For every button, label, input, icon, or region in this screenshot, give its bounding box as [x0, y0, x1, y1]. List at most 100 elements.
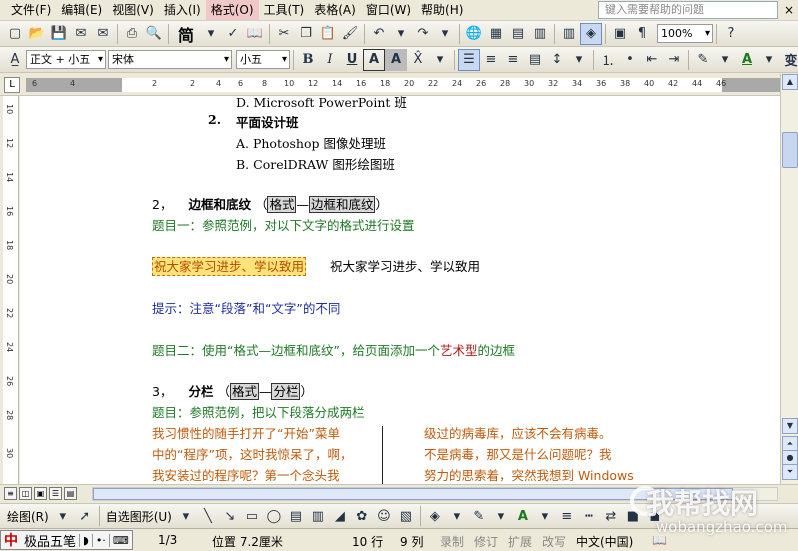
- help-icon[interactable]: ?: [720, 23, 742, 45]
- line-spacing-icon[interactable]: ↕: [546, 49, 568, 71]
- style-select[interactable]: 正文 + 小五: [26, 50, 106, 69]
- copy-icon[interactable]: ❐: [295, 23, 317, 45]
- permission-icon[interactable]: ✉: [70, 23, 92, 45]
- vertical-ruler[interactable]: 10 12 14 16 18 20 22 24 26 28 30: [3, 96, 19, 484]
- print-preview-icon[interactable]: 🔍: [143, 23, 165, 45]
- web-view-icon[interactable]: ◫: [19, 487, 32, 500]
- record-indicator[interactable]: 录制: [440, 533, 464, 550]
- tables-borders-icon[interactable]: ▦: [485, 23, 507, 45]
- overtype-indicator[interactable]: 改写: [542, 533, 566, 550]
- 3d-icon[interactable]: ◼: [644, 505, 666, 527]
- bold-button[interactable]: B: [297, 49, 319, 71]
- horizontal-scrollbar[interactable]: [92, 487, 778, 501]
- research-icon[interactable]: 📖: [244, 23, 266, 45]
- drawing-icon[interactable]: ◈: [580, 22, 602, 45]
- chevron-down-icon[interactable]: ▾: [52, 505, 74, 527]
- chevron-down-icon[interactable]: ▾: [434, 23, 456, 45]
- font-color-icon[interactable]: A: [512, 505, 534, 527]
- save-icon[interactable]: 💾: [48, 23, 70, 45]
- chevron-down-icon[interactable]: ▾: [534, 505, 556, 527]
- font-size-select[interactable]: 小五: [236, 50, 290, 69]
- highlight-icon[interactable]: ✎: [692, 49, 714, 71]
- menu-insert[interactable]: 插入(I): [159, 0, 206, 20]
- print-view-icon[interactable]: ▣: [34, 487, 47, 500]
- vertical-textbox-icon[interactable]: ▥: [307, 505, 329, 527]
- oval-icon[interactable]: ◯: [263, 505, 285, 527]
- chevron-down-icon[interactable]: ▾: [175, 505, 197, 527]
- rectangle-icon[interactable]: ▭: [241, 505, 263, 527]
- arrow-icon[interactable]: ↘: [219, 505, 241, 527]
- extend-indicator[interactable]: 扩展: [508, 533, 532, 550]
- line-style-icon[interactable]: ≡: [556, 505, 578, 527]
- chevron-down-icon[interactable]: ▾: [446, 505, 468, 527]
- hscroll-thumb[interactable]: [93, 488, 733, 500]
- font-select[interactable]: 宋体: [108, 50, 232, 69]
- email-icon[interactable]: ✉: [92, 23, 114, 45]
- help-search-input[interactable]: 键入需要帮助的问题: [598, 1, 778, 19]
- document-map-icon[interactable]: ▣: [609, 23, 631, 45]
- spelling-icon[interactable]: ✓: [222, 23, 244, 45]
- align-justify-icon[interactable]: ☰: [458, 48, 480, 71]
- spelling-status-icon[interactable]: 📖: [652, 533, 667, 547]
- diagram-icon[interactable]: ✿: [351, 505, 373, 527]
- chevron-down-icon[interactable]: ▾: [758, 49, 780, 71]
- underline-button[interactable]: U: [341, 49, 363, 71]
- menu-edit[interactable]: 编辑(E): [56, 0, 107, 20]
- print-icon[interactable]: ⎙: [121, 23, 143, 45]
- insert-table-icon[interactable]: ▤: [507, 23, 529, 45]
- arrow-style-icon[interactable]: ⇄: [600, 505, 622, 527]
- wordart-icon[interactable]: ◢: [329, 505, 351, 527]
- paste-icon[interactable]: 📋: [317, 23, 339, 45]
- tab-selector[interactable]: L: [4, 77, 20, 93]
- close-document-icon[interactable]: ×: [782, 2, 796, 18]
- menu-window[interactable]: 窗口(W): [361, 0, 416, 20]
- menu-file[interactable]: 文件(F): [6, 0, 56, 20]
- chevron-down-icon[interactable]: ▾: [429, 49, 451, 71]
- menu-view[interactable]: 视图(V): [107, 0, 159, 20]
- ime-name[interactable]: 极品五笔: [21, 531, 79, 550]
- italic-button[interactable]: I: [319, 49, 341, 71]
- ime-punct-icon[interactable]: •·: [91, 533, 109, 547]
- char-shading-button[interactable]: A: [385, 48, 407, 71]
- menu-format[interactable]: 格式(O): [205, 0, 259, 20]
- line-icon[interactable]: ╲: [197, 505, 219, 527]
- phonetic-guide-button[interactable]: 变: [780, 49, 798, 71]
- scroll-down-icon[interactable]: ▼: [782, 418, 798, 434]
- new-document-icon[interactable]: ▢: [4, 23, 26, 45]
- chevron-down-icon[interactable]: ▾: [200, 23, 222, 45]
- decrease-indent-icon[interactable]: ⇤: [641, 49, 663, 71]
- horizontal-ruler[interactable]: 6 4 2 2 4 6 8 10 12 14 16 18 20 22 24 26…: [26, 78, 780, 92]
- vertical-scrollbar[interactable]: ▲ ▼ ⏶ ● ⏷: [780, 74, 798, 484]
- select-objects-icon[interactable]: ➚: [74, 505, 96, 527]
- reading-view-icon[interactable]: ▤: [64, 487, 77, 500]
- dash-style-icon[interactable]: ┅: [578, 505, 600, 527]
- autoshapes-button[interactable]: 自选图形(U): [103, 508, 175, 525]
- next-page-icon[interactable]: ⏷: [782, 464, 798, 480]
- cut-icon[interactable]: ✂: [273, 23, 295, 45]
- hyperlink-icon[interactable]: 🌐: [463, 23, 485, 45]
- track-changes-indicator[interactable]: 修订: [474, 533, 498, 550]
- ime-keyboard-icon[interactable]: ⌨: [108, 533, 132, 547]
- chevron-down-icon[interactable]: ▾: [490, 505, 512, 527]
- numbering-icon[interactable]: ⒈: [597, 49, 619, 71]
- char-scale-icon[interactable]: X̂: [407, 49, 429, 71]
- zoom-select[interactable]: 100%: [657, 24, 713, 43]
- chevron-down-icon[interactable]: ▾: [568, 49, 590, 71]
- document-canvas[interactable]: D. Microsoft PowerPoint 班 2. 平面设计班 A. Ph…: [20, 96, 780, 484]
- font-color-button[interactable]: A: [736, 49, 758, 71]
- scroll-thumb[interactable]: [782, 132, 798, 168]
- align-right-icon[interactable]: ≡: [502, 49, 524, 71]
- undo-icon[interactable]: ↶: [368, 23, 390, 45]
- simplified-chinese-button[interactable]: 简: [172, 22, 200, 46]
- textbox-icon[interactable]: ▤: [285, 505, 307, 527]
- shadow-icon[interactable]: ■: [622, 505, 644, 527]
- increase-indent-icon[interactable]: ⇥: [663, 49, 685, 71]
- clipart-icon[interactable]: ☺: [373, 505, 395, 527]
- distributed-icon[interactable]: ▤: [524, 49, 546, 71]
- outline-view-icon[interactable]: ☰: [49, 487, 62, 500]
- char-border-button[interactable]: A: [363, 48, 385, 71]
- ime-fullwidth-icon[interactable]: ◗: [79, 533, 92, 547]
- styles-pane-icon[interactable]: A̲: [4, 49, 26, 71]
- align-center-icon[interactable]: ≡: [480, 49, 502, 71]
- redo-icon[interactable]: ↷: [412, 23, 434, 45]
